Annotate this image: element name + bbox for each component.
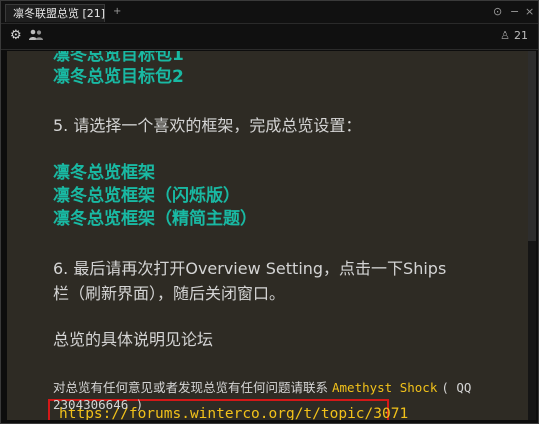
link-overview-package-1[interactable]: 凛冬总览目标包1 bbox=[53, 51, 184, 66]
chat-window: 凛冬联盟总览 [21] + ⊙ − × ⚙ ♙ 21 凛冬总览目标包1 凛冬总览目… bbox=[0, 0, 539, 424]
contact-line: 对总览有任何意见或者发现总览有任何问题请联系 Amethyst Shock ( … bbox=[53, 380, 471, 396]
contact-qq-number: 2304306646 ) bbox=[53, 397, 144, 412]
contact-prefix: 对总览有任何意见或者发现总览有任何问题请联系 bbox=[53, 380, 329, 395]
add-tab-button[interactable]: + bbox=[113, 5, 121, 19]
message-pane: 凛冬总览目标包1 凛冬总览目标包2 5. 请选择一个喜欢的框架，完成总览设置： … bbox=[7, 51, 528, 420]
window-settings-icon[interactable]: ⊙ bbox=[493, 5, 502, 19]
scrollbar-thumb[interactable] bbox=[528, 51, 536, 241]
member-count: ♙ 21 bbox=[500, 29, 528, 43]
link-overview-frame-minimal[interactable]: 凛冬总览框架（精简主题） bbox=[53, 209, 257, 230]
members-icon-graphic bbox=[29, 29, 43, 40]
minimize-icon[interactable]: − bbox=[510, 5, 519, 19]
pilot-icon: ♙ bbox=[500, 29, 510, 42]
tab-bar: 凛冬联盟总览 [21] + ⊙ − × bbox=[1, 1, 538, 24]
step-6-line-2: 栏（刷新界面），随后关闭窗口。 bbox=[53, 284, 286, 303]
gear-icon[interactable]: ⚙ bbox=[10, 28, 22, 44]
link-overview-frame-flashing[interactable]: 凛冬总览框架（闪烁版） bbox=[53, 186, 240, 207]
contact-qq-label: ( QQ bbox=[441, 380, 472, 395]
close-icon[interactable]: × bbox=[525, 5, 534, 19]
member-count-value: 21 bbox=[514, 29, 528, 42]
tab-winterco-overview[interactable]: 凛冬联盟总览 [21] bbox=[5, 4, 105, 22]
members-icon[interactable] bbox=[28, 29, 44, 46]
tab-title: 凛冬联盟总览 [21] bbox=[13, 7, 106, 20]
step-5-text: 5. 请选择一个喜欢的框架，完成总览设置： bbox=[53, 116, 362, 135]
chat-toolbar: ⚙ ♙ 21 bbox=[1, 24, 538, 50]
contact-name-link[interactable]: Amethyst Shock bbox=[332, 380, 437, 395]
link-overview-frame[interactable]: 凛冬总览框架 bbox=[53, 163, 155, 184]
step-6-line-1: 6. 最后请再次打开Overview Setting，点击一下Ships bbox=[53, 259, 447, 278]
link-overview-package-2[interactable]: 凛冬总览目标包2 bbox=[53, 67, 184, 88]
forum-intro-text: 总览的具体说明见论坛 bbox=[53, 330, 214, 349]
